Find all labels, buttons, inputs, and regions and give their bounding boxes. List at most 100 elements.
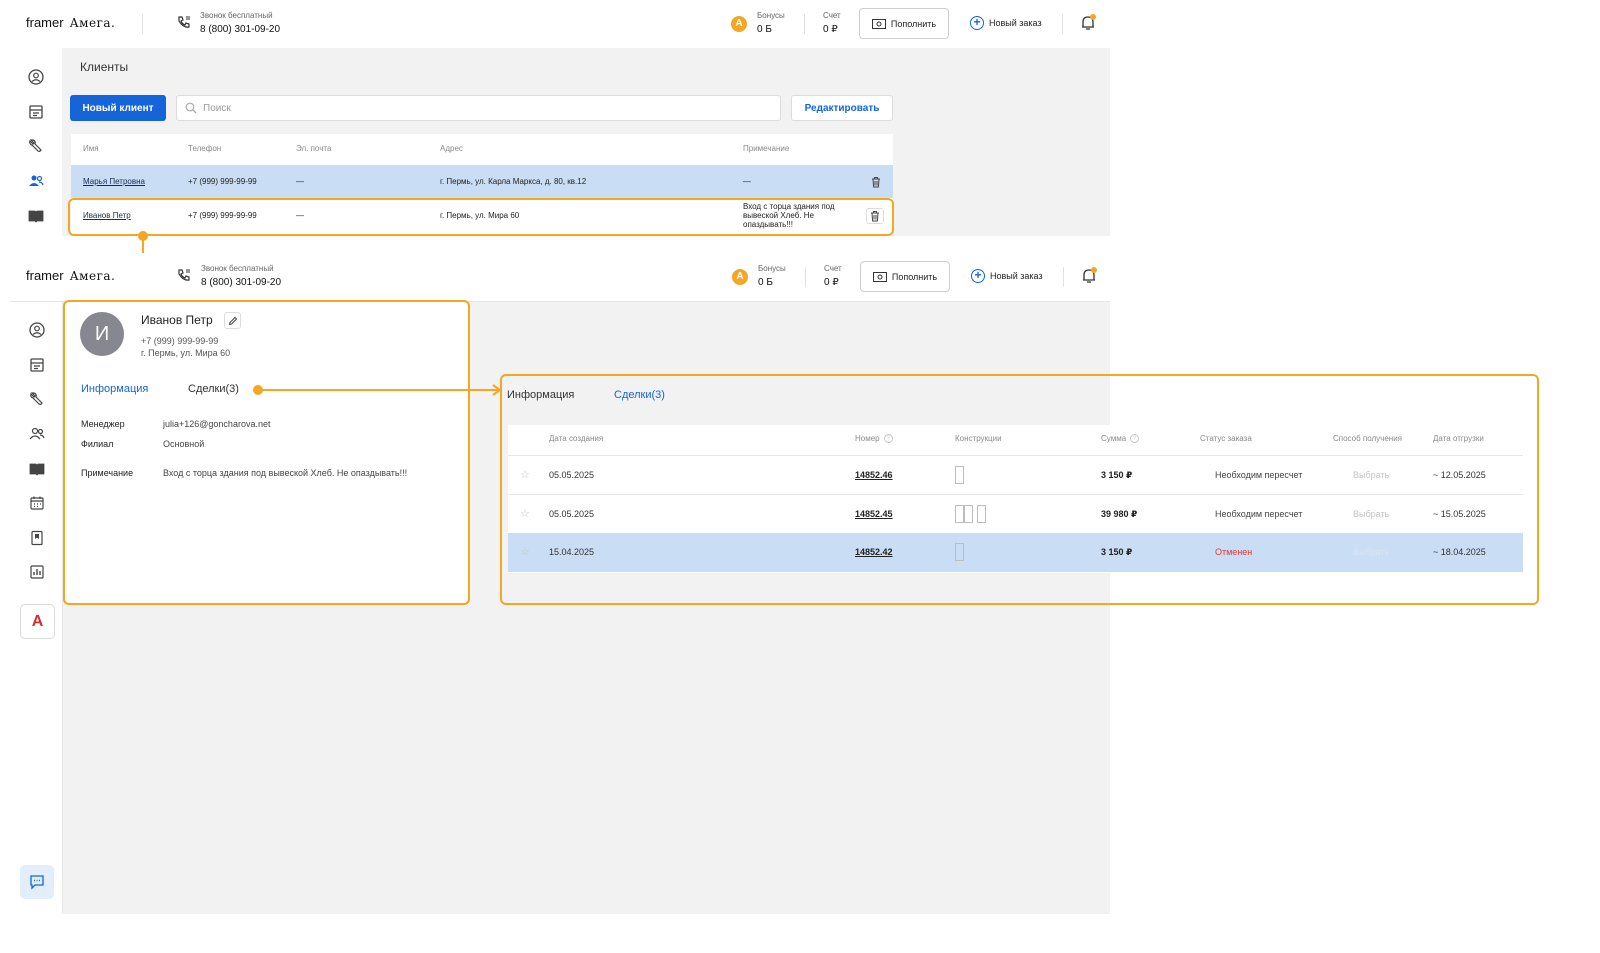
star-icon[interactable]: ☆	[520, 507, 530, 520]
deal-status: Отменен	[1215, 547, 1253, 557]
star-icon[interactable]: ☆	[520, 545, 530, 558]
call-number[interactable]: 8 (800) 301-09-20	[200, 24, 280, 35]
table-row[interactable]: ☆ 15.04.2025 14852.42 3 150 ₽ Отменен Вы…	[508, 533, 1523, 572]
bonus-value: 0 Б	[757, 24, 772, 35]
new-order-label: Новый заказ	[990, 271, 1043, 281]
bonus-icon: А	[731, 16, 747, 32]
new-order-button[interactable]: + Новый заказ	[971, 265, 1043, 287]
topup-button[interactable]: Пополнить	[859, 8, 949, 39]
bonus-value: 0 Б	[758, 277, 773, 288]
header-divider	[1062, 14, 1063, 34]
wrench-icon[interactable]	[28, 138, 44, 154]
ship-date: ~ 18.04.2025	[1433, 547, 1486, 557]
column-header: Примечание	[743, 144, 790, 153]
chart-icon[interactable]	[29, 564, 45, 580]
search-placeholder: Поиск	[203, 103, 231, 114]
table-row[interactable]: ☆ 05.05.2025 14852.46 3 150 ₽ Необходим …	[508, 455, 1523, 494]
clients-icon[interactable]	[29, 426, 45, 442]
help-icon[interactable]: ?	[883, 434, 893, 444]
brand-logo[interactable]: framer Амега.	[26, 15, 115, 30]
chat-icon	[30, 875, 44, 890]
client-note: —	[743, 177, 751, 186]
window-construction-icon	[955, 543, 964, 561]
window-construction-icon	[964, 505, 973, 523]
bonus-icon: А	[732, 269, 748, 285]
header-divider	[804, 14, 805, 34]
column-header: Конструкции	[955, 434, 1002, 443]
top-header: framer Амега. Звонок бесплатный 8 (800) 3…	[10, 0, 1110, 48]
ship-date: ~ 12.05.2025	[1433, 470, 1486, 480]
chat-button[interactable]	[20, 865, 54, 899]
phone-icon	[178, 16, 190, 28]
deal-number-link[interactable]: 14852.45	[855, 509, 893, 519]
column-header: Дата отгрузки	[1433, 434, 1484, 443]
client-name-link[interactable]: Марья Петровна	[83, 177, 145, 186]
deal-sum: 3 150 ₽	[1101, 470, 1133, 480]
orders-icon[interactable]	[28, 104, 44, 120]
new-order-button[interactable]: + Новый заказ	[970, 12, 1042, 34]
column-header: Телефон	[188, 144, 222, 153]
bottom-header: framer Амега. Звонок бесплатный 8 (800) 3…	[10, 253, 1110, 301]
column-header: Способ получения	[1333, 434, 1403, 443]
clients-icon[interactable]	[28, 173, 44, 189]
topup-label: Пополнить	[891, 271, 938, 282]
search-icon	[185, 102, 197, 114]
new-order-label: Новый заказ	[989, 18, 1042, 28]
bell-icon[interactable]	[1079, 14, 1097, 32]
column-header: Номер?	[855, 434, 893, 444]
catalog-icon[interactable]	[28, 208, 44, 224]
topup-label: Пополнить	[890, 18, 937, 29]
wrench-icon[interactable]	[29, 391, 45, 407]
help-icon[interactable]: ?	[1130, 434, 1140, 444]
deal-status: Необходим пересчет	[1215, 470, 1303, 480]
new-client-button[interactable]: Новый клиент	[70, 95, 166, 121]
deal-status: Необходим пересчет	[1215, 509, 1303, 519]
star-icon[interactable]: ☆	[520, 468, 530, 481]
bell-icon[interactable]	[1080, 267, 1098, 285]
window-construction-icon	[977, 505, 986, 523]
table-row[interactable]: Марья Петровна +7 (999) 999-99-99 — г. П…	[71, 165, 893, 198]
client-email: —	[296, 177, 304, 186]
phone-icon	[178, 269, 190, 281]
edit-button[interactable]: Редактировать	[791, 95, 893, 121]
page-title: Клиенты	[80, 60, 129, 74]
brand-app-button[interactable]: А	[20, 604, 55, 639]
delivery-select[interactable]: Выбрать	[1353, 547, 1389, 557]
connector-line	[262, 389, 498, 391]
deal-date: 15.04.2025	[549, 547, 595, 557]
trash-icon[interactable]	[871, 176, 881, 188]
deal-number-link[interactable]: 14852.42	[855, 547, 893, 557]
delivery-select[interactable]: Выбрать	[1353, 470, 1389, 480]
table-row[interactable]: ☆ 05.05.2025 14852.45 39 980 ₽ Необходим…	[508, 494, 1523, 533]
highlight-frame	[68, 198, 894, 236]
cash-icon	[872, 271, 887, 282]
deal-sum: 3 150 ₽	[1101, 547, 1133, 557]
profile-icon[interactable]	[29, 322, 45, 338]
calendar-icon[interactable]	[29, 495, 45, 511]
tab-info[interactable]: Информация	[507, 389, 574, 401]
window-construction-icon	[955, 505, 964, 523]
account-value: 0 ₽	[824, 277, 839, 288]
account-label: Счет	[824, 264, 842, 273]
profile-icon[interactable]	[28, 69, 44, 85]
deal-number-link[interactable]: 14852.46	[855, 470, 893, 480]
catalog-icon[interactable]	[29, 461, 45, 477]
plus-circle-icon: +	[971, 269, 985, 283]
header-divider	[142, 14, 143, 34]
highlight-frame	[63, 300, 470, 605]
orders-icon[interactable]	[29, 357, 45, 373]
delivery-select[interactable]: Выбрать	[1353, 509, 1389, 519]
topup-button[interactable]: Пополнить	[860, 261, 950, 292]
window-construction-icon	[955, 466, 964, 484]
search-input[interactable]: Поиск	[176, 95, 781, 121]
client-address: г. Пермь, ул. Карла Маркса, д. 80, кв.12	[440, 177, 587, 186]
call-number[interactable]: 8 (800) 301-09-20	[201, 277, 281, 288]
column-header: Имя	[83, 144, 99, 153]
bookmark-icon[interactable]	[29, 530, 45, 546]
account-label: Счет	[823, 11, 841, 20]
brand-logo[interactable]: framer Амега.	[26, 268, 115, 283]
deals-table: Дата создания Номер? Конструкции Сумма? …	[508, 425, 1523, 573]
column-header: Сумма?	[1101, 434, 1140, 444]
column-header: Адрес	[440, 144, 463, 153]
tab-deals[interactable]: Сделки(3)	[614, 389, 665, 401]
